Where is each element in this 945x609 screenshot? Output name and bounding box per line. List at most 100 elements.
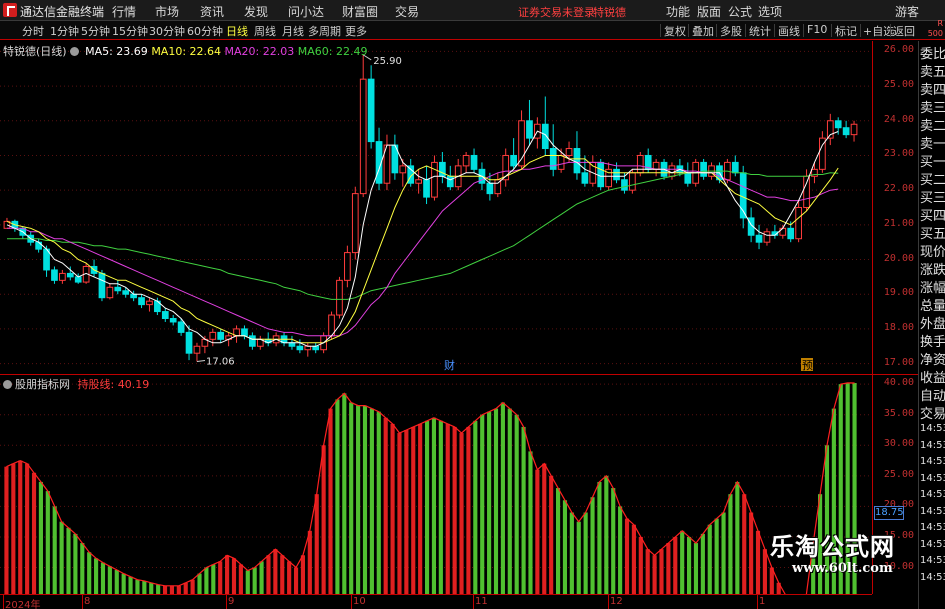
tab-60min[interactable]: 60分钟 [187, 23, 223, 39]
candle[interactable] [652, 158, 660, 177]
menu-item-quotes[interactable]: 行情 [112, 3, 136, 20]
side-panel-item[interactable]: 买二 [919, 172, 945, 190]
candle[interactable] [304, 342, 312, 357]
forecast-badge[interactable]: 预 [801, 358, 813, 372]
candle[interactable] [700, 158, 707, 180]
menu-item-trade[interactable]: 交易 [395, 3, 419, 20]
overlay-button[interactable]: 叠加 [692, 23, 714, 39]
back-button[interactable]: 返回 [893, 23, 915, 39]
side-panel-item[interactable]: 外盘 [919, 316, 945, 334]
side-panel-item[interactable]: 收益 [919, 370, 945, 388]
candle[interactable] [193, 342, 201, 362]
menu-item-market[interactable]: 市场 [155, 3, 179, 20]
side-panel-item[interactable]: 卖四 [919, 82, 945, 100]
side-panel-item[interactable]: 净资 [919, 352, 945, 370]
side-panel-item[interactable]: 换手 [919, 334, 945, 352]
candle[interactable] [518, 110, 525, 170]
restore-rights-button[interactable]: 复权 [664, 23, 686, 39]
candle[interactable] [541, 96, 549, 156]
candle[interactable] [763, 228, 771, 246]
candle[interactable] [336, 276, 343, 319]
side-panel-item[interactable]: 交易 [919, 406, 945, 424]
guest-account[interactable]: 游客 [895, 3, 919, 20]
indicator-chart[interactable] [0, 374, 872, 596]
tab-multi-period[interactable]: 多周期 [308, 23, 341, 39]
candle[interactable] [138, 294, 145, 309]
tab-5min[interactable]: 5分钟 [81, 23, 110, 39]
candle[interactable] [51, 266, 58, 284]
candle[interactable] [684, 162, 692, 187]
tab-intraday[interactable]: 分时 [22, 23, 44, 39]
trade-login-status[interactable]: 证券交易未登录 [518, 4, 595, 20]
candle[interactable] [114, 280, 122, 295]
candle[interactable] [59, 269, 66, 284]
candle[interactable] [3, 217, 11, 229]
side-panel-item[interactable]: 现价 [919, 244, 945, 262]
side-panel-item[interactable]: 自动 [919, 388, 945, 406]
tab-weekly[interactable]: 周线 [254, 23, 276, 39]
side-panel-item[interactable]: 总量 [919, 298, 945, 316]
candle[interactable] [549, 124, 557, 177]
side-panel-item[interactable]: 卖五 [919, 64, 945, 82]
candle[interactable] [597, 158, 605, 191]
candle[interactable] [850, 120, 858, 142]
candle[interactable] [383, 134, 391, 191]
candle[interactable] [185, 325, 193, 361]
candle[interactable] [795, 200, 802, 243]
candle[interactable] [399, 158, 407, 187]
candle[interactable] [573, 131, 581, 180]
menu-item-function[interactable]: 功能 [666, 3, 690, 20]
candle[interactable] [233, 325, 240, 343]
candle[interactable] [526, 99, 533, 146]
tab-more[interactable]: 更多 [345, 23, 367, 39]
menu-item-news[interactable]: 资讯 [200, 3, 224, 20]
candle[interactable] [502, 148, 510, 187]
candle[interactable] [811, 162, 818, 184]
menu-item-formula[interactable]: 公式 [728, 3, 752, 20]
statistics-button[interactable]: 统计 [749, 23, 771, 39]
menu-item-wealth[interactable]: 财富圈 [342, 3, 378, 20]
candle[interactable] [755, 224, 763, 250]
candle[interactable] [771, 224, 779, 239]
menu-item-discover[interactable]: 发现 [244, 3, 268, 20]
side-panel-item[interactable]: 卖三 [919, 100, 945, 118]
candle[interactable] [312, 342, 320, 354]
gear-icon[interactable] [69, 47, 79, 56]
candle[interactable] [510, 138, 517, 170]
candle[interactable] [842, 120, 850, 139]
f10-button[interactable]: F10 [807, 23, 827, 36]
menu-item-ask[interactable]: 问小达 [288, 3, 324, 20]
candle[interactable] [106, 283, 114, 300]
side-panel-item[interactable]: 涨跌 [919, 262, 945, 280]
candle[interactable] [826, 113, 834, 146]
candle[interactable] [161, 308, 169, 322]
candle[interactable] [423, 165, 430, 205]
tab-daily[interactable]: 日线 [226, 23, 248, 39]
candle[interactable] [344, 245, 351, 288]
candle[interactable] [209, 328, 217, 347]
menu-item-layout[interactable]: 版面 [697, 3, 721, 20]
mark-button[interactable]: 标记 [835, 23, 857, 39]
candle[interactable] [201, 335, 209, 354]
candle[interactable] [407, 158, 415, 187]
candle[interactable] [351, 186, 359, 260]
candle[interactable] [446, 165, 454, 191]
candle[interactable] [534, 117, 541, 149]
candle[interactable] [169, 315, 177, 326]
candle[interactable] [249, 332, 256, 350]
candle[interactable] [217, 328, 225, 343]
candle[interactable] [589, 155, 597, 187]
candle[interactable] [779, 224, 787, 239]
tab-1min[interactable]: 1分钟 [50, 23, 79, 39]
candle[interactable] [454, 158, 462, 191]
candle[interactable] [470, 148, 478, 173]
multi-stock-button[interactable]: 多股 [720, 23, 742, 39]
candle[interactable] [494, 172, 502, 198]
candle[interactable] [391, 134, 399, 180]
candle[interactable] [439, 152, 446, 184]
candle[interactable] [431, 155, 438, 201]
side-panel-item[interactable]: 卖一 [919, 136, 945, 154]
candle[interactable] [241, 325, 248, 340]
candle[interactable] [375, 127, 383, 191]
side-panel-item[interactable]: 买三 [919, 190, 945, 208]
